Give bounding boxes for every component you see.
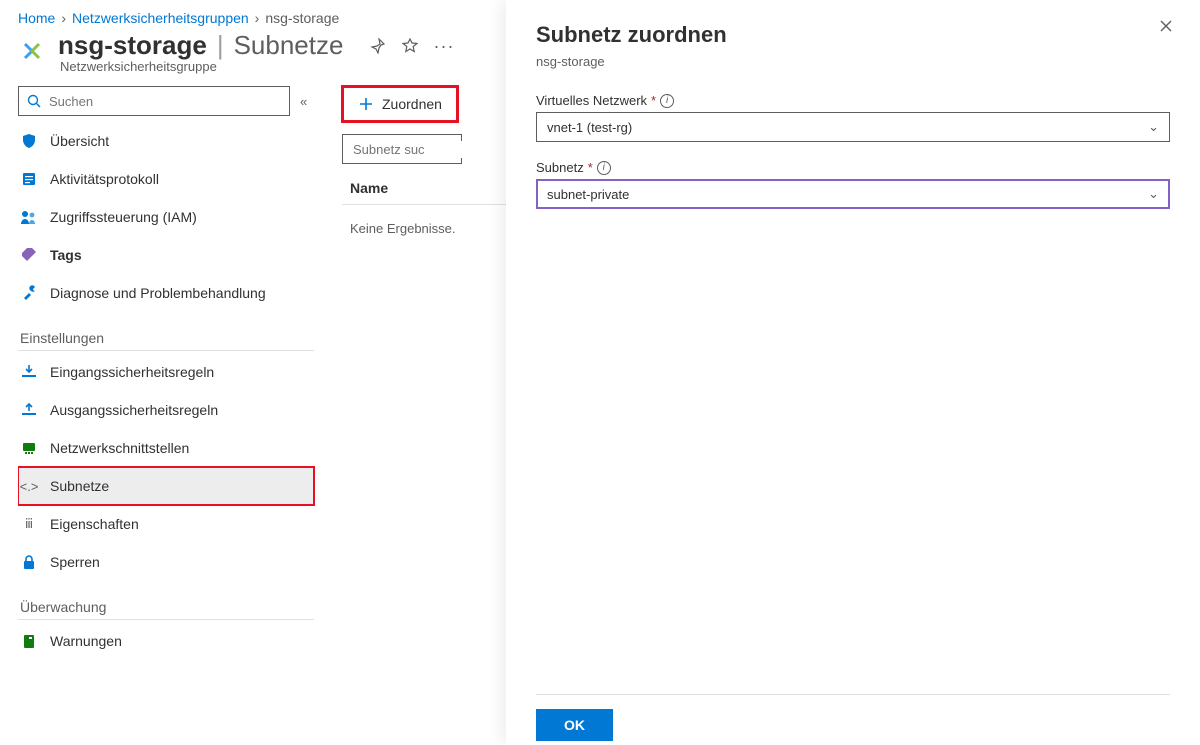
people-icon (20, 208, 38, 226)
page-title-section: Subnetze (234, 30, 344, 61)
nav-item-alerts[interactable]: Warnungen (18, 622, 314, 660)
nic-icon (20, 439, 38, 457)
nav-item-properties[interactable]: ⅲ Eigenschaften (18, 505, 314, 543)
nav-item-outbound-rules[interactable]: Ausgangssicherheitsregeln (18, 391, 314, 429)
vnet-label: Virtuelles Netzwerk (536, 93, 647, 108)
properties-icon: ⅲ (20, 515, 38, 533)
shield-icon (20, 132, 38, 150)
nav-item-diagnose[interactable]: Diagnose und Problembehandlung (18, 274, 314, 312)
subnet-search-field[interactable] (351, 141, 531, 158)
breadcrumb-current: nsg-storage (265, 10, 339, 26)
page-title-name: nsg-storage (58, 30, 207, 61)
nav-item-locks[interactable]: Sperren (18, 543, 314, 581)
collapse-nav-icon[interactable]: « (300, 94, 318, 109)
panel-subtitle: nsg-storage (536, 54, 1170, 69)
nav-group-monitoring: Überwachung (20, 599, 314, 615)
divider (18, 350, 314, 351)
breadcrumb-home[interactable]: Home (18, 10, 55, 26)
nav-search-input[interactable] (18, 86, 290, 116)
subnet-search-input[interactable] (342, 134, 462, 164)
star-icon[interactable] (401, 37, 419, 55)
nav-item-subnets[interactable]: <.> Subnetze (18, 467, 314, 505)
chevron-down-icon: ⌄ (1148, 186, 1159, 202)
inbound-icon (20, 363, 38, 381)
log-icon (20, 170, 38, 188)
chevron-right-icon: › (61, 10, 66, 26)
panel-title: Subnetz zuordnen (536, 22, 1170, 48)
more-icon[interactable]: ··· (433, 36, 454, 57)
nav-group-settings: Einstellungen (20, 330, 314, 346)
chevron-down-icon: ⌄ (1148, 119, 1159, 135)
nav-item-overview[interactable]: Übersicht (18, 122, 314, 160)
info-icon[interactable]: i (597, 161, 611, 175)
lock-icon (20, 553, 38, 571)
subnet-icon: <.> (20, 477, 38, 495)
pin-icon[interactable] (369, 37, 387, 55)
nav-search-field[interactable] (47, 93, 281, 110)
associate-button[interactable]: Zuordnen (342, 86, 458, 122)
page-subtitle: Netzwerksicherheitsgruppe (60, 59, 454, 74)
wrench-icon (20, 284, 38, 302)
nav-item-tags[interactable]: Tags (18, 236, 314, 274)
subnet-dropdown-value: subnet-private (547, 187, 629, 202)
breadcrumb-nsgs[interactable]: Netzwerksicherheitsgruppen (72, 10, 249, 26)
subnet-label: Subnetz (536, 160, 584, 175)
close-icon[interactable] (1158, 18, 1178, 38)
associate-button-label: Zuordnen (382, 96, 442, 112)
vnet-dropdown-value: vnet-1 (test-rg) (547, 120, 632, 135)
nav-item-inbound-rules[interactable]: Eingangssicherheitsregeln (18, 353, 314, 391)
left-nav: « Übersicht Aktivitätsprotokoll Zugriffs… (18, 74, 318, 719)
info-icon[interactable]: i (660, 94, 674, 108)
nav-item-activity-log[interactable]: Aktivitätsprotokoll (18, 160, 314, 198)
chevron-right-icon: › (255, 10, 260, 26)
vnet-dropdown[interactable]: vnet-1 (test-rg) ⌄ (536, 112, 1170, 142)
associate-subnet-panel: Subnetz zuordnen nsg-storage Virtuelles … (506, 0, 1200, 745)
nav-item-iam[interactable]: Zugriffssteuerung (IAM) (18, 198, 314, 236)
alerts-icon (20, 632, 38, 650)
divider (18, 619, 314, 620)
plus-icon (358, 96, 374, 112)
required-asterisk: * (588, 160, 593, 175)
ok-button[interactable]: OK (536, 709, 613, 741)
nav-item-nics[interactable]: Netzwerkschnittstellen (18, 429, 314, 467)
nsg-resource-icon (18, 40, 46, 68)
page-title-sep: | (217, 30, 224, 61)
outbound-icon (20, 401, 38, 419)
required-asterisk: * (651, 93, 656, 108)
tag-icon (20, 246, 38, 264)
subnet-dropdown[interactable]: subnet-private ⌄ (536, 179, 1170, 209)
